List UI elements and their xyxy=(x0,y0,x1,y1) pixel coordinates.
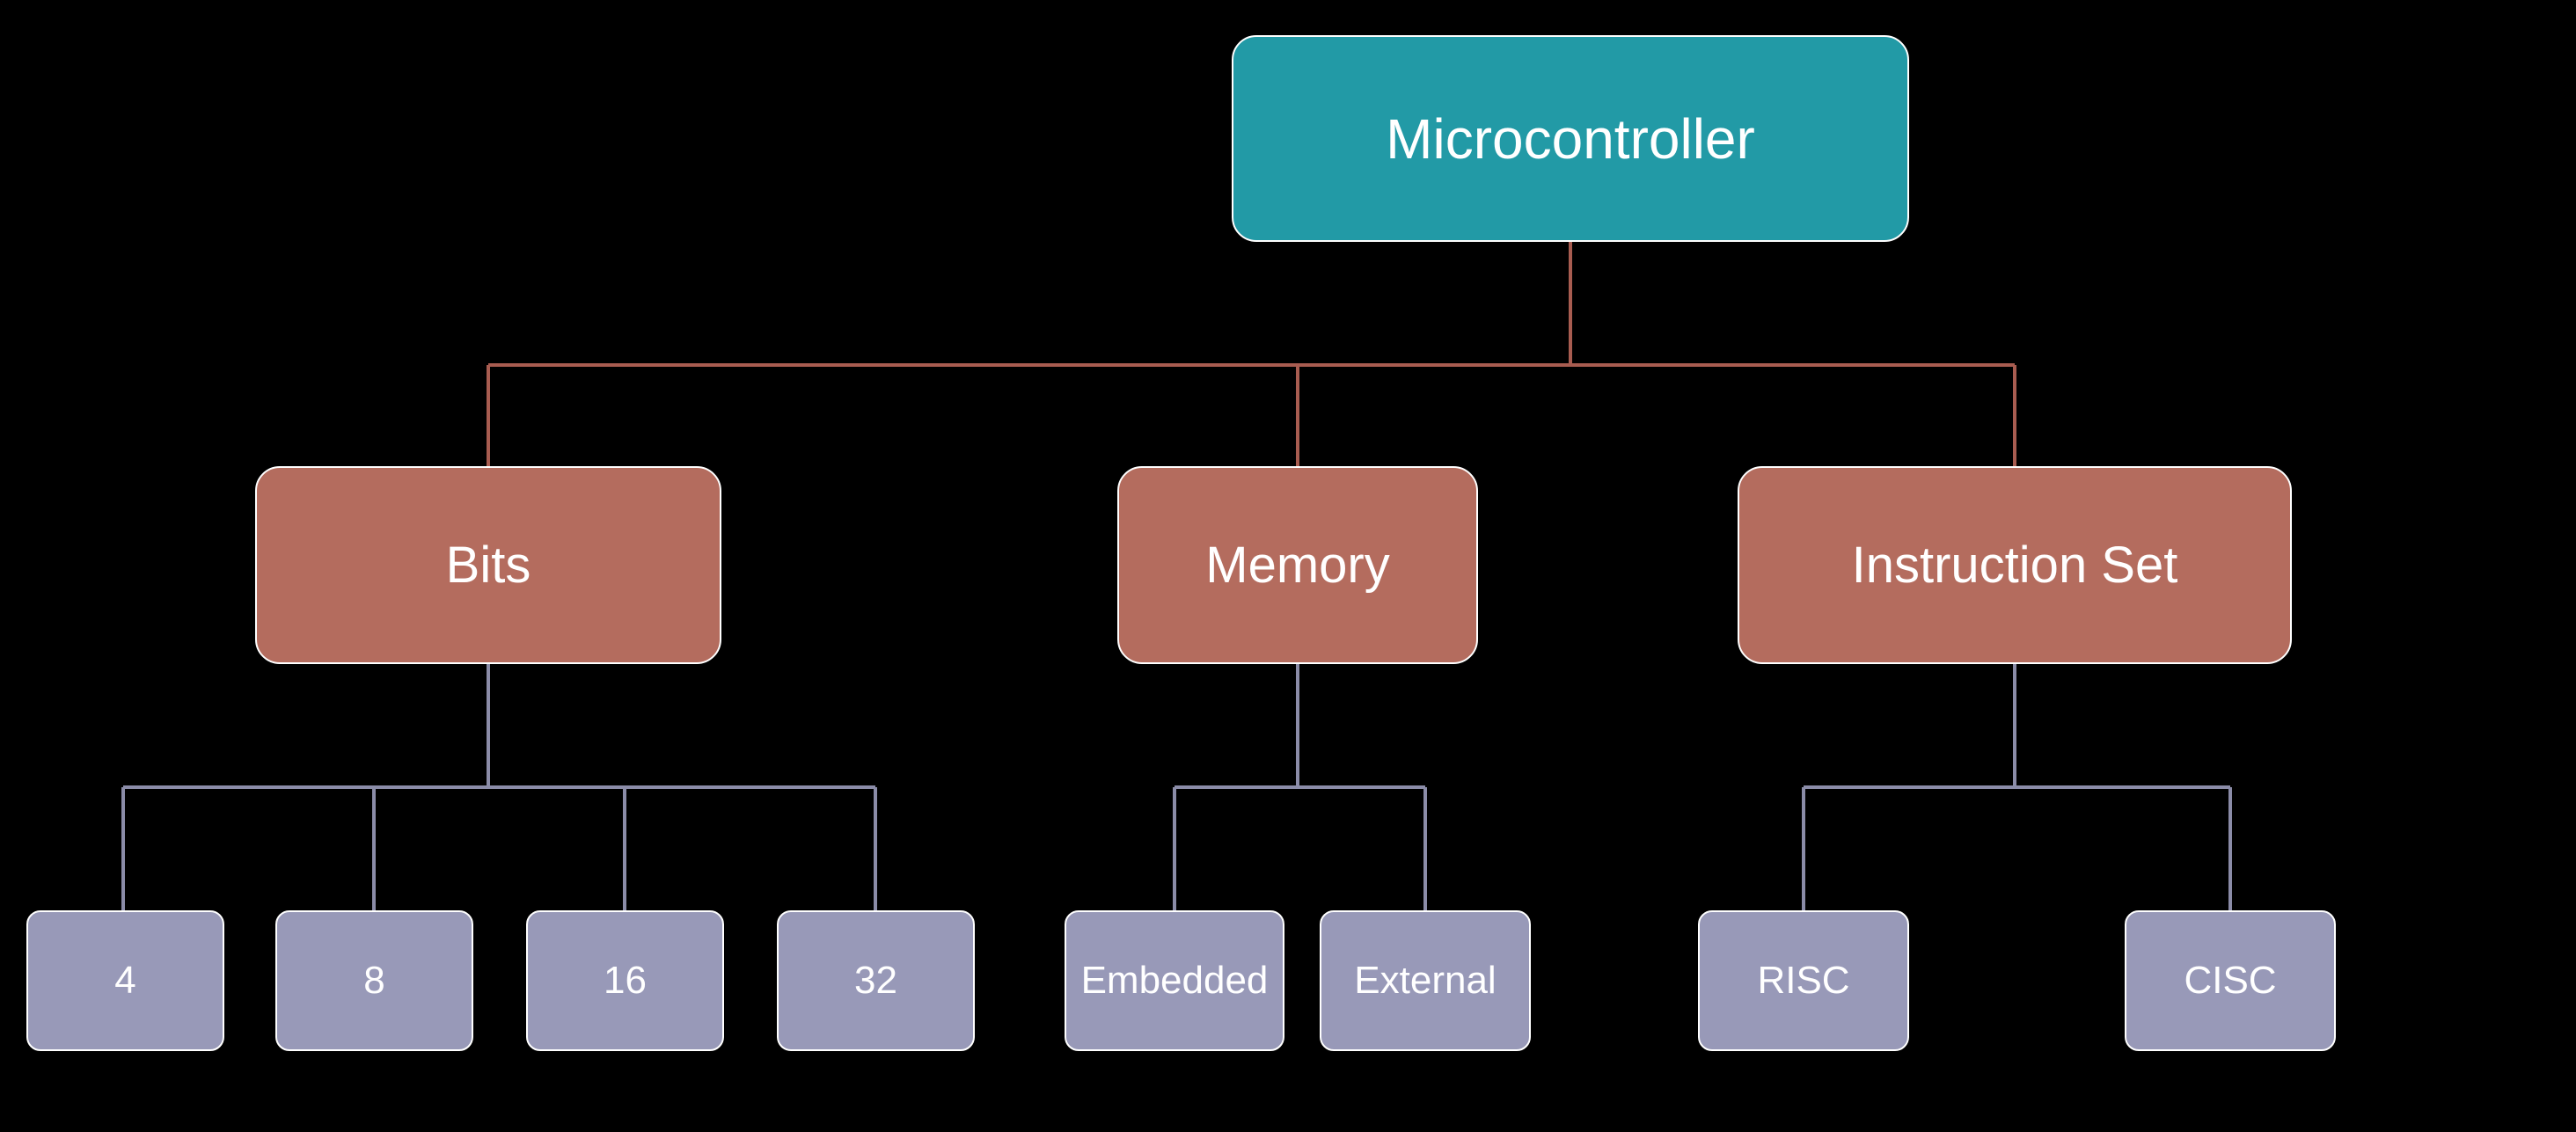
category-bits-label: Bits xyxy=(446,536,531,595)
category-memory-label: Memory xyxy=(1205,536,1389,595)
leaf-bits-8-label: 8 xyxy=(363,959,384,1003)
leaf-isa-cisc-label: CISC xyxy=(2184,959,2276,1003)
leaf-memory-embedded-label: Embedded xyxy=(1081,959,1269,1003)
leaf-bits-32: 32 xyxy=(777,910,975,1051)
leaf-isa-cisc: CISC xyxy=(2125,910,2336,1051)
category-instruction-set-label: Instruction Set xyxy=(1852,536,2178,595)
root-label: Microcontroller xyxy=(1386,106,1755,172)
leaf-bits-16-label: 16 xyxy=(604,959,647,1003)
category-instruction-set: Instruction Set xyxy=(1738,466,2292,664)
leaf-isa-risc-label: RISC xyxy=(1757,959,1849,1003)
leaf-memory-external-label: External xyxy=(1354,959,1496,1003)
leaf-memory-external: External xyxy=(1320,910,1531,1051)
leaf-bits-8: 8 xyxy=(275,910,473,1051)
leaf-bits-4: 4 xyxy=(26,910,224,1051)
leaf-bits-4-label: 4 xyxy=(114,959,135,1003)
leaf-memory-embedded: Embedded xyxy=(1065,910,1284,1051)
leaf-bits-16: 16 xyxy=(526,910,724,1051)
leaf-bits-32-label: 32 xyxy=(854,959,897,1003)
category-bits: Bits xyxy=(255,466,721,664)
category-memory: Memory xyxy=(1117,466,1478,664)
leaf-isa-risc: RISC xyxy=(1698,910,1909,1051)
root-node: Microcontroller xyxy=(1232,35,1909,242)
